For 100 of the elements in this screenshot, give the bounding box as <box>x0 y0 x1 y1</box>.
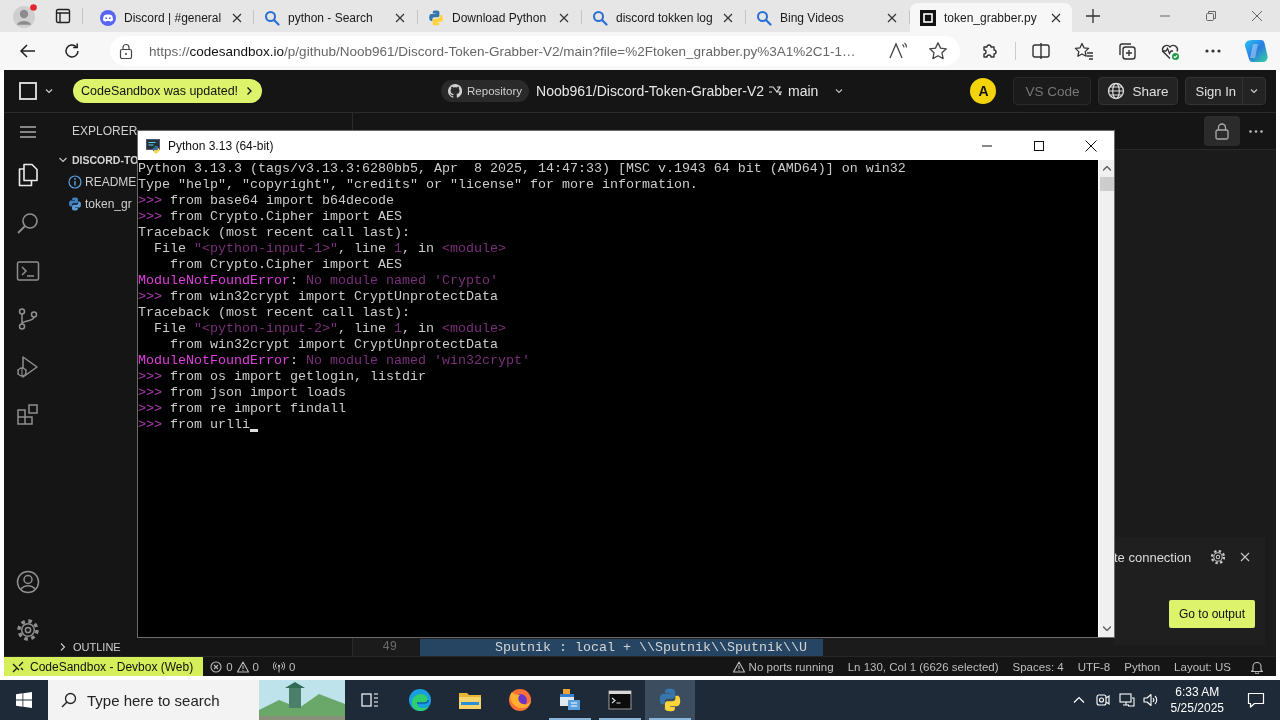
repository-name: Noob961/Discord-Token-Grabber-V2 <box>536 83 765 99</box>
browser-tab[interactable]: Discord | #general <box>90 3 252 32</box>
problems-indicator[interactable]: 0 0 <box>203 657 266 676</box>
search-icon <box>61 692 77 708</box>
console-line: >>> from urlli <box>138 417 250 433</box>
console-line: >>> from Crypto.Cipher import AES <box>138 209 402 225</box>
status-item[interactable]: Layout: US <box>1167 657 1238 676</box>
console-line: >>> from os import getlogin, listdir <box>138 369 426 385</box>
chevron-down-icon <box>1249 86 1259 96</box>
lock-icon <box>1213 122 1231 140</box>
browser-tab[interactable]: Download Python <box>418 3 580 32</box>
warning-icon <box>732 660 745 673</box>
branch-selector[interactable]: main <box>788 83 845 99</box>
refresh-icon <box>63 42 81 60</box>
star-icon[interactable] <box>928 41 948 61</box>
search-icon <box>756 9 772 26</box>
file-name: token_gr <box>85 197 132 211</box>
remote-indicator[interactable]: CodeSandbox - Devbox (Web) <box>4 657 204 676</box>
console-line: File "<python-input-1>", line 1, in <module> <box>153 241 506 257</box>
repository-button[interactable]: Repository <box>441 80 530 102</box>
profile-avatar-icon[interactable] <box>12 3 38 29</box>
console-line: ModuleNotFoundError: No module named 'win32crypt' <box>138 353 530 369</box>
tab-actions-icon[interactable] <box>55 8 71 24</box>
close-icon <box>887 12 897 23</box>
taskbar-app-button[interactable] <box>645 680 695 720</box>
console-line: from Crypto.Cipher import AES <box>169 257 402 273</box>
plus-icon <box>1086 9 1100 23</box>
files-icon <box>16 163 40 187</box>
file-row[interactable]: README <box>68 171 137 193</box>
browser-tab[interactable]: python - Search <box>254 3 416 32</box>
console-line: Traceback (most recent call last): <box>138 225 410 241</box>
console-line: Type "help", "copyright", "credits" or "license" for more information. <box>138 177 698 193</box>
chevron-down-icon <box>44 86 54 96</box>
ports-status[interactable]: No ports running <box>725 657 841 676</box>
scrollbar[interactable] <box>1098 160 1114 637</box>
network-icon <box>1118 692 1135 708</box>
explorer-title: EXPLORER <box>72 124 138 138</box>
split-screen-icon <box>1031 41 1051 61</box>
error-icon <box>210 660 223 673</box>
remote-icon <box>12 660 24 673</box>
clock[interactable]: 6:33 AM 5/25/2025 <box>1162 680 1232 720</box>
browser-logo-icon <box>408 688 432 712</box>
bell-icon <box>1250 659 1264 674</box>
chevron-down-icon <box>834 86 845 96</box>
python-logo-icon <box>428 9 444 26</box>
console-line: File "<python-input-2>", line 1, in <module> <box>153 321 506 337</box>
scrollbar-thumb[interactable] <box>1099 177 1114 191</box>
outline-section-header[interactable]: OUTLINE <box>58 639 121 655</box>
square-icon <box>19 82 37 100</box>
user-avatar[interactable]: A <box>970 78 997 104</box>
copilot-logo-icon <box>1244 39 1268 63</box>
browser-tab[interactable]: token_grabber.py <box>910 3 1072 32</box>
console-line: >>> from re import findall <box>138 401 346 417</box>
status-item[interactable]: Spaces: 4 <box>1005 657 1071 676</box>
sign-in-button[interactable]: Sign In <box>1184 77 1266 105</box>
chevron-right-icon <box>58 642 68 652</box>
outline-title: OUTLINE <box>73 641 121 653</box>
maximize-icon <box>1034 140 1044 151</box>
close-icon <box>559 12 569 23</box>
globe-icon <box>1107 82 1126 100</box>
extensions-icon <box>16 403 40 427</box>
settings-icon <box>16 618 40 642</box>
restore-icon <box>1206 11 1216 21</box>
notification-settings-button[interactable] <box>1208 547 1228 567</box>
taskbar-search-field[interactable]: Type here to search <box>48 680 259 720</box>
terminal-icon <box>608 688 632 712</box>
address-bar[interactable]: https://codesandbox.io/p/github/Noob961/Discord-Token-Grabber-V2/main?file=%2Ftoken_grabber.py%3A1%2C1-1… <box>110 36 960 66</box>
share-button[interactable]: Share <box>1098 77 1178 105</box>
lock-button[interactable] <box>1204 116 1240 146</box>
close-icon <box>1051 12 1061 23</box>
python-logo-icon <box>658 688 682 712</box>
status-item[interactable]: UTF-8 <box>1070 657 1118 676</box>
info-icon <box>68 175 82 189</box>
console-line: >>> from json import loads <box>138 385 346 401</box>
app-window-icon <box>558 688 582 712</box>
file-row[interactable]: token_gr <box>68 193 132 215</box>
square-logo-icon <box>920 9 936 26</box>
go-to-output-button[interactable]: Go to output <box>1168 600 1255 628</box>
browser-tab[interactable]: discord tokken log <box>582 3 744 32</box>
warning-icon <box>236 660 249 673</box>
source-control-icon <box>16 307 40 331</box>
settings-icon <box>1210 549 1226 565</box>
workspace-menu-button[interactable] <box>19 82 54 100</box>
status-item[interactable]: Python <box>1117 657 1168 676</box>
close-icon <box>1240 552 1250 562</box>
update-notice-button[interactable]: CodeSandbox was updated! <box>73 79 263 103</box>
search-icon <box>16 211 40 235</box>
read-aloud-icon[interactable] <box>888 41 908 61</box>
python-logo-icon <box>68 197 82 211</box>
windows-logo-icon <box>16 692 32 708</box>
status-item[interactable]: Ln 130, Col 1 (6626 selected) <box>840 657 1006 676</box>
folder-row[interactable]: DISCORD-TO <box>58 149 139 171</box>
account-icon <box>16 570 40 594</box>
notification-text: te connection <box>1114 549 1192 565</box>
browser-tab[interactable]: Bing Videos <box>746 3 908 32</box>
ports-indicator[interactable]: 0 <box>266 657 303 676</box>
broadcast-icon <box>273 660 285 673</box>
lock-icon[interactable] <box>118 43 134 59</box>
console-line: >>> from win32crypt import CryptUnprotectData <box>138 289 498 305</box>
close-icon <box>1085 139 1097 152</box>
